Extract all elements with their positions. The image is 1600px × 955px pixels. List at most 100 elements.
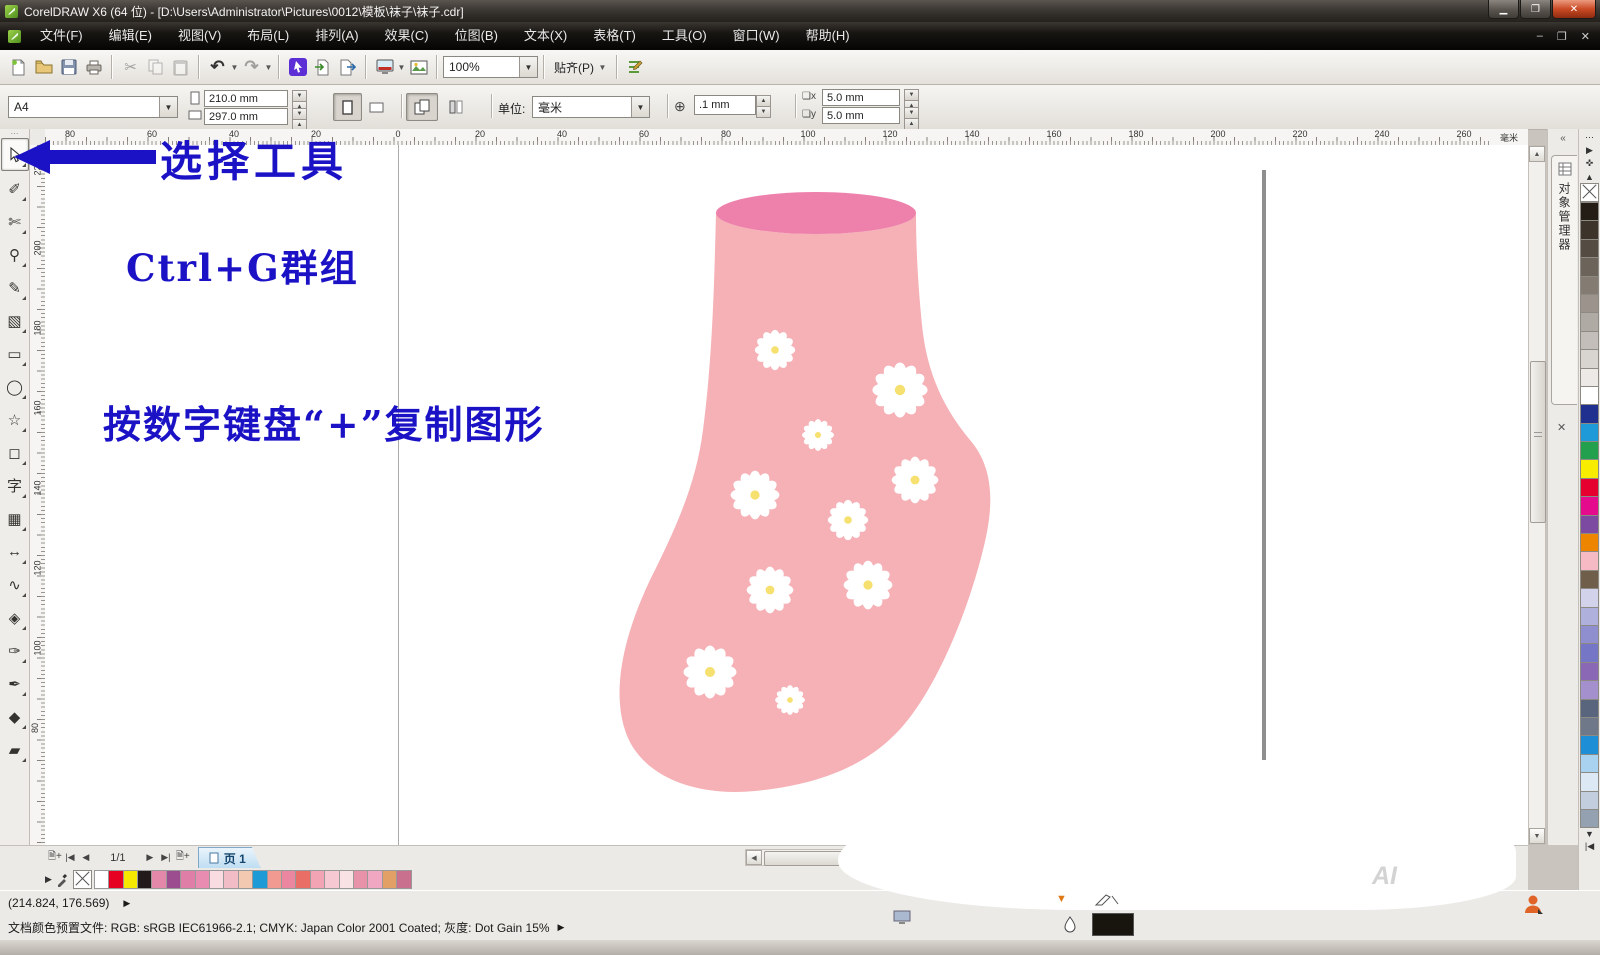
color-swatch[interactable] <box>209 870 224 889</box>
color-swatch[interactable] <box>1580 754 1599 773</box>
fill-color-swatch[interactable] <box>1092 913 1134 936</box>
color-swatch[interactable] <box>1580 607 1599 626</box>
color-swatch[interactable] <box>1580 515 1599 534</box>
text-tool[interactable]: 字 <box>2 470 28 501</box>
duplicate-y-field[interactable]: 5.0 mm <box>822 107 900 124</box>
print-button[interactable] <box>81 55 106 80</box>
color-swatch[interactable] <box>1580 680 1599 699</box>
color-swatch[interactable] <box>1580 459 1599 478</box>
ellipse-tool[interactable]: ◯ <box>2 371 28 402</box>
zoom-tool[interactable]: ⚲ <box>2 239 28 270</box>
add-page-start-button[interactable]: 🗎+ <box>48 849 62 866</box>
first-page-button[interactable]: |◀ <box>62 852 78 863</box>
options-button[interactable] <box>623 55 648 80</box>
color-swatch[interactable] <box>1580 386 1599 405</box>
snap-dropdown[interactable]: ▼ <box>598 63 607 72</box>
vertical-scrollbar[interactable]: ▲ ▼ <box>1528 145 1546 845</box>
search-content-button[interactable] <box>285 55 310 80</box>
zoom-combo-arrow[interactable]: ▼ <box>519 57 537 77</box>
undo-button[interactable]: ↶ <box>205 55 230 80</box>
docpal-no-color-swatch[interactable] <box>73 870 92 889</box>
no-fill-swatch[interactable] <box>1580 183 1599 202</box>
cut-button[interactable]: ✂ <box>118 55 143 80</box>
eyedropper-tool[interactable]: ✑ <box>2 635 28 666</box>
nudge-field[interactable]: .1 mm <box>694 95 756 115</box>
color-swatch[interactable] <box>1580 533 1599 552</box>
color-swatch[interactable] <box>1580 791 1599 810</box>
color-swatch[interactable] <box>281 870 296 889</box>
color-swatch[interactable] <box>1580 662 1599 681</box>
color-swatch[interactable] <box>295 870 310 889</box>
minimize-button[interactable]: ▁ <box>1488 0 1519 19</box>
fill-flyout-arrow[interactable]: ▼ <box>1056 893 1067 905</box>
doc-close-button[interactable]: ✕ <box>1581 30 1590 43</box>
color-swatch[interactable] <box>1580 239 1599 258</box>
portrait-button[interactable] <box>333 93 362 121</box>
color-swatch[interactable] <box>1580 349 1599 368</box>
polygon-tool[interactable]: ☆ <box>2 404 28 435</box>
shape-tool[interactable]: ✐ <box>2 173 28 204</box>
color-swatch[interactable] <box>252 870 267 889</box>
color-swatch[interactable] <box>1580 478 1599 497</box>
palette-expand-button[interactable]: |◀ <box>1585 840 1594 853</box>
sock-cuff-shape[interactable] <box>716 192 916 234</box>
menu-item-3[interactable]: 布局(L) <box>234 22 302 50</box>
copy-button[interactable] <box>143 55 168 80</box>
scroll-up-button[interactable]: ▲ <box>1529 146 1545 162</box>
color-swatch[interactable] <box>1580 735 1599 754</box>
open-button[interactable] <box>31 55 56 80</box>
color-swatch[interactable] <box>180 870 195 889</box>
sock-body-shape[interactable] <box>620 213 991 792</box>
color-swatch[interactable] <box>1580 202 1599 221</box>
color-swatch[interactable] <box>1580 643 1599 662</box>
undo-dropdown[interactable]: ▼ <box>230 63 239 72</box>
user-account-icon[interactable] <box>1522 893 1544 915</box>
profile-expander[interactable]: ▶ <box>558 922 565 933</box>
scroll-left-button[interactable]: ◀ <box>746 850 762 865</box>
last-page-button[interactable]: ▶| <box>158 852 174 863</box>
units-combo[interactable]: 毫米 ▼ <box>532 96 650 118</box>
menu-item-11[interactable]: 帮助(H) <box>793 22 863 50</box>
page-tab[interactable]: 页 1 <box>198 847 261 869</box>
palette-flyout-button[interactable]: ▶ <box>1586 144 1593 157</box>
page-preset-combo[interactable]: A4 ▼ <box>8 96 178 118</box>
freehand-tool[interactable]: ✎ <box>2 272 28 303</box>
units-combo-arrow[interactable]: ▼ <box>631 97 649 117</box>
menu-item-6[interactable]: 位图(B) <box>442 22 511 50</box>
application-launcher-button[interactable] <box>372 55 397 80</box>
menu-item-5[interactable]: 效果(C) <box>372 22 442 50</box>
rectangle-tool[interactable]: ▭ <box>2 338 28 369</box>
nudge-spinner[interactable]: ▲▼ <box>756 95 771 117</box>
color-swatch[interactable] <box>339 870 354 889</box>
color-swatch[interactable] <box>1580 220 1599 239</box>
blend-tool[interactable]: ◈ <box>2 602 28 633</box>
color-swatch[interactable] <box>1580 276 1599 295</box>
color-swatch[interactable] <box>1580 331 1599 350</box>
redo-button[interactable]: ↷ <box>239 55 264 80</box>
maximize-button[interactable]: ❐ <box>1520 0 1551 19</box>
launcher-dropdown[interactable]: ▼ <box>397 63 406 72</box>
docpal-flyout-button[interactable]: ▶ <box>45 874 52 885</box>
docpal-eyedropper-icon[interactable] <box>56 872 69 887</box>
color-swatch[interactable] <box>1580 294 1599 313</box>
menu-item-2[interactable]: 视图(V) <box>165 22 234 50</box>
color-swatch[interactable] <box>123 870 138 889</box>
menu-item-1[interactable]: 编辑(E) <box>96 22 165 50</box>
import-button[interactable] <box>310 55 335 80</box>
color-swatch[interactable] <box>238 870 253 889</box>
save-button[interactable] <box>56 55 81 80</box>
export-button[interactable] <box>335 55 360 80</box>
vertical-ruler[interactable]: 22020018016014012010080 <box>30 145 46 845</box>
color-swatch[interactable] <box>1580 717 1599 736</box>
color-swatch[interactable] <box>1580 809 1599 828</box>
color-swatch[interactable] <box>1580 423 1599 442</box>
table-tool[interactable]: ▦ <box>2 503 28 534</box>
smart-fill-tool[interactable]: ▧ <box>2 305 28 336</box>
doc-minimize-button[interactable]: ‒ <box>1537 30 1543 43</box>
basic-shapes-tool[interactable]: ◻ <box>2 437 28 468</box>
palette-drag-handle[interactable]: ⋯ <box>1585 131 1594 144</box>
redo-dropdown[interactable]: ▼ <box>264 63 273 72</box>
zoom-level-combo[interactable]: 100% ▼ <box>443 56 538 78</box>
color-swatch[interactable] <box>1580 368 1599 387</box>
color-swatch[interactable] <box>1580 404 1599 423</box>
